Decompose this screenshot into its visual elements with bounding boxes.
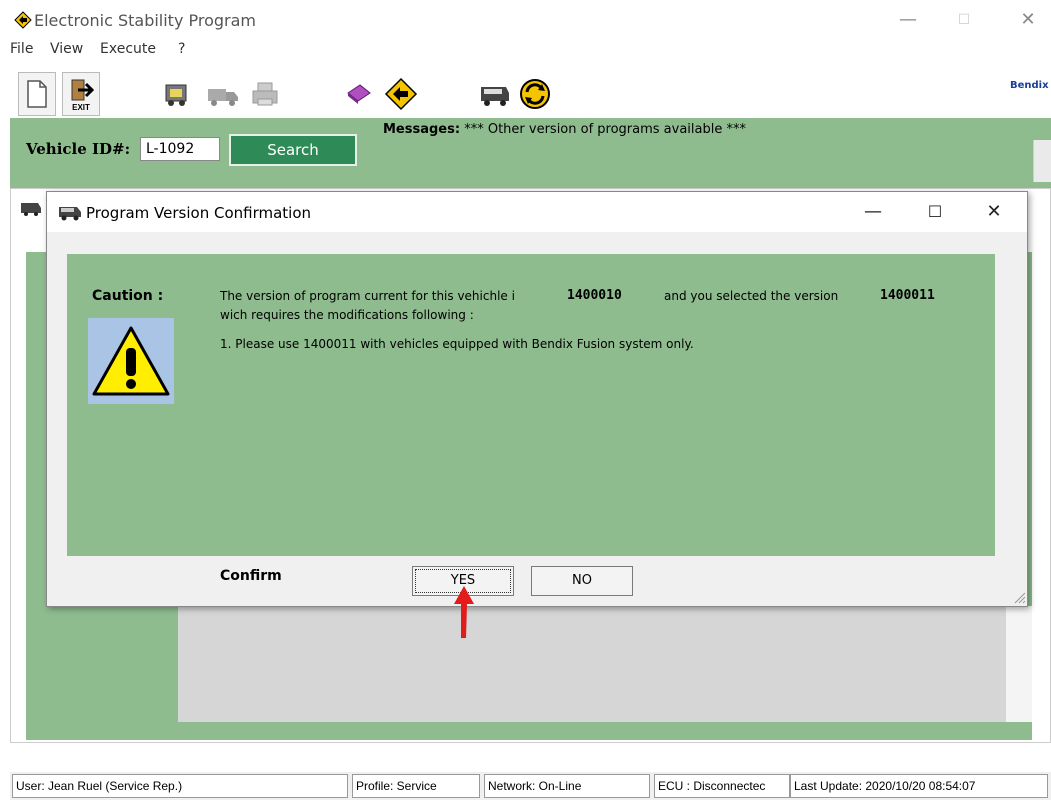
bus-icon bbox=[481, 87, 509, 106]
version-line-middle: and you selected the version bbox=[664, 289, 839, 303]
dialog-maximize-button[interactable]: ☐ bbox=[913, 198, 957, 226]
modification-item-1: 1. Please use 1400011 with vehicles equi… bbox=[220, 337, 694, 351]
menu-file[interactable]: File bbox=[10, 41, 33, 57]
modifications-line: wich requires the modifications followin… bbox=[220, 308, 474, 322]
background-list-area bbox=[178, 606, 1006, 722]
esp-button[interactable] bbox=[382, 72, 420, 116]
dialog-minimize-button[interactable]: — bbox=[851, 198, 895, 226]
resize-grip-icon[interactable] bbox=[1012, 590, 1026, 607]
dialog-bus-icon bbox=[58, 202, 82, 225]
minimize-button[interactable]: — bbox=[888, 6, 928, 34]
dialog-content-panel bbox=[67, 254, 995, 556]
bus-button[interactable] bbox=[476, 72, 514, 116]
close-button[interactable]: ✕ bbox=[1008, 6, 1048, 34]
menu-view[interactable]: View bbox=[50, 41, 83, 57]
status-profile: Profile: Service bbox=[352, 774, 480, 798]
menu-execute[interactable]: Execute bbox=[100, 41, 156, 57]
caution-label: Caution : bbox=[92, 288, 164, 304]
search-button[interactable]: Search bbox=[229, 134, 357, 166]
book-button[interactable] bbox=[340, 72, 378, 116]
status-last-update: Last Update: 2020/10/20 08:54:07 bbox=[790, 774, 1048, 798]
book-icon bbox=[347, 84, 371, 104]
no-button[interactable]: NO bbox=[531, 566, 633, 596]
window-title: Electronic Stability Program bbox=[34, 11, 257, 30]
truck-button[interactable] bbox=[204, 72, 242, 116]
status-ecu: ECU : Disconnectec bbox=[654, 774, 790, 798]
menu-help[interactable]: ? bbox=[178, 41, 185, 57]
background-scrollbar[interactable] bbox=[1006, 606, 1032, 722]
refresh-button[interactable] bbox=[516, 72, 554, 116]
selected-version: 1400011 bbox=[880, 288, 935, 303]
printer-icon bbox=[252, 82, 278, 106]
dialog-close-button[interactable]: ✕ bbox=[972, 198, 1016, 226]
print-button[interactable] bbox=[246, 72, 284, 116]
version-line-prefix: The version of program current for this … bbox=[220, 289, 515, 303]
exit-label: EXIT bbox=[72, 102, 90, 112]
new-document-icon bbox=[27, 80, 47, 108]
status-user: User: Jean Ruel (Service Rep.) bbox=[12, 774, 348, 798]
status-network: Network: On-Line bbox=[484, 774, 650, 798]
vehicle-id-label: Vehicle ID#: bbox=[26, 140, 131, 158]
refresh-icon bbox=[520, 79, 550, 109]
messages-scrollbar[interactable] bbox=[1033, 140, 1051, 182]
new-document-button[interactable] bbox=[18, 72, 56, 116]
messages-line: Messages: *** Other version of programs … bbox=[383, 122, 746, 137]
maximize-button[interactable]: ☐ bbox=[944, 6, 984, 34]
background-window-bus-icon bbox=[20, 199, 42, 220]
vehicle-id-input[interactable]: L-1092 bbox=[140, 137, 220, 161]
current-version: 1400010 bbox=[567, 288, 622, 303]
vehicle-data-icon bbox=[165, 84, 187, 106]
messages-label: Messages: bbox=[383, 122, 461, 137]
dialog-title: Program Version Confirmation bbox=[86, 204, 312, 222]
esp-diamond-icon bbox=[384, 77, 418, 111]
exit-button[interactable]: EXIT bbox=[62, 72, 100, 116]
confirm-label: Confirm bbox=[220, 568, 282, 584]
truck-icon bbox=[208, 89, 238, 106]
menu-bar bbox=[0, 38, 1051, 62]
exit-icon bbox=[71, 79, 94, 100]
app-diamond-icon bbox=[14, 11, 32, 29]
bendix-logo: Bendix bbox=[1010, 80, 1049, 91]
red-arrow-icon bbox=[452, 584, 476, 643]
messages-text: *** Other version of programs available … bbox=[464, 122, 746, 137]
vehicle-data-button[interactable] bbox=[158, 72, 196, 116]
warning-icon bbox=[88, 318, 174, 404]
